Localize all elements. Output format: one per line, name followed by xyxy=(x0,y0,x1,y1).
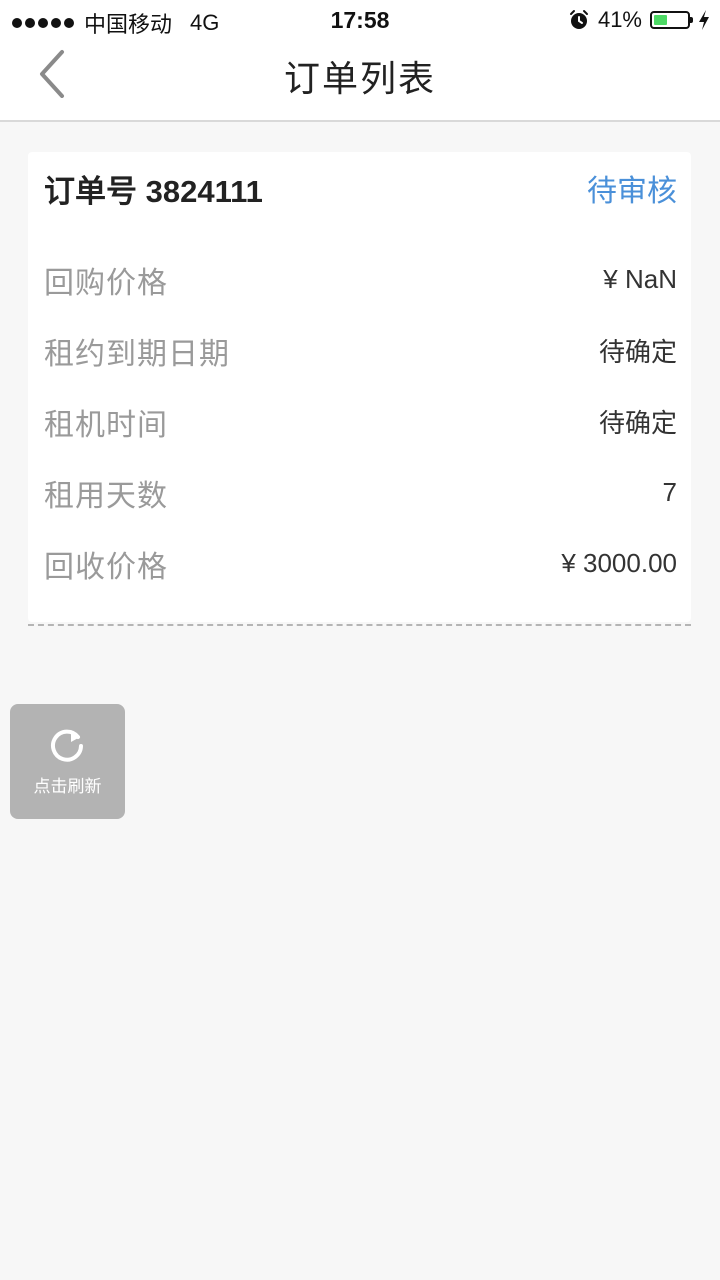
order-number: 订单号 3824111 xyxy=(44,173,263,209)
detail-label: 租约到期日期 xyxy=(44,337,230,371)
refresh-label: 点击刷新 xyxy=(33,777,102,796)
detail-label: 租用天数 xyxy=(44,479,168,513)
refresh-button[interactable]: 点击刷新 xyxy=(10,704,125,819)
refresh-icon xyxy=(51,729,83,762)
status-right: 41% xyxy=(568,7,710,33)
order-status-badge: 待审核 xyxy=(587,175,677,208)
battery-percent: 41% xyxy=(597,7,642,32)
order-detail-row: 回收价格 ¥ 3000.00 xyxy=(44,528,677,599)
page-title: 订单列表 xyxy=(283,58,436,99)
order-detail-row: 回购价格 ¥ NaN xyxy=(44,244,677,315)
detail-value: 待确定 xyxy=(598,408,677,438)
navigation-bar: 订单列表 xyxy=(0,40,720,120)
status-bar: 中国移动 4G 17:58 41% xyxy=(0,0,720,40)
card-divider xyxy=(28,624,691,626)
battery-icon xyxy=(650,11,693,29)
detail-value: 待确定 xyxy=(598,337,677,367)
detail-value: ¥ 3000.00 xyxy=(561,548,677,578)
order-card[interactable]: 订单号 3824111 待审核 回购价格 ¥ NaN 租约到期日期 待确定 租机… xyxy=(28,152,691,622)
detail-value: ¥ NaN xyxy=(603,264,677,294)
charging-bolt-icon xyxy=(699,10,709,30)
detail-label: 回收价格 xyxy=(44,550,168,584)
detail-label: 回购价格 xyxy=(44,266,168,300)
order-detail-row: 租约到期日期 待确定 xyxy=(44,315,677,386)
order-card-header: 订单号 3824111 待审核 xyxy=(44,168,677,209)
alarm-icon xyxy=(569,10,588,29)
order-detail-row: 租用天数 7 xyxy=(44,457,677,528)
order-detail-list: 回购价格 ¥ NaN 租约到期日期 待确定 租机时间 待确定 租用天数 7 回收… xyxy=(44,244,677,599)
order-detail-row: 租机时间 待确定 xyxy=(44,386,677,457)
battery-level xyxy=(654,15,668,25)
detail-value: 7 xyxy=(662,477,677,507)
detail-label: 租机时间 xyxy=(44,408,168,442)
top-bar: 中国移动 4G 17:58 41% 订单列表 xyxy=(0,0,720,122)
